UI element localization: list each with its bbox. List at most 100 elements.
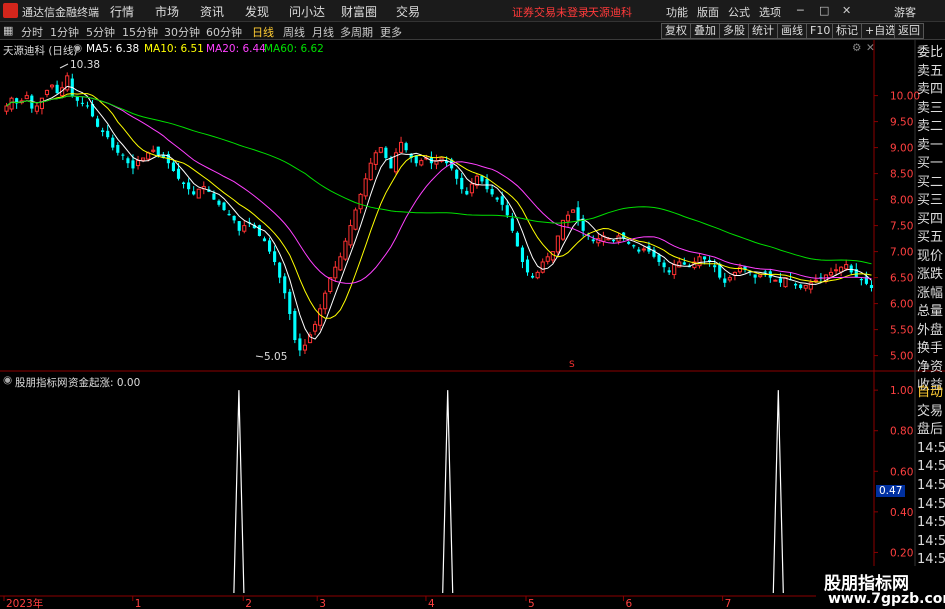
candle-body: [505, 205, 509, 216]
menu-caifuquan[interactable]: 财富圈: [341, 3, 377, 20]
candle-body: [333, 266, 338, 279]
menu-xuanxiang[interactable]: 选项: [759, 4, 781, 20]
btn-back[interactable]: 返回: [894, 23, 924, 39]
y-tick-label: 7.50: [890, 221, 913, 233]
ma60-label: MA60: 6.62: [264, 43, 324, 55]
grid-icon[interactable]: ▦: [3, 24, 13, 37]
candle-body: [267, 240, 272, 252]
trade-item: 14:56: [917, 477, 945, 493]
period-60min[interactable]: 60分钟: [206, 24, 242, 40]
close-icon[interactable]: ✕: [842, 4, 851, 17]
menu-bar: 通达信金融终端 行情 市场 资讯 发现 问小达 财富圈 交易 证券交易未登录 天…: [0, 0, 945, 22]
period-monthly[interactable]: 月线: [312, 24, 334, 40]
indicator-title: 股朋指标网: [15, 377, 68, 389]
btn-tongji[interactable]: 统计: [748, 23, 778, 39]
candle-body: [96, 118, 100, 127]
sell-marker: S: [569, 360, 575, 370]
period-weekly[interactable]: 周线: [283, 24, 305, 40]
ma20-label: MA20: 6.44: [206, 43, 266, 55]
quote-item: 委比: [917, 45, 944, 60]
candle-body: [570, 209, 576, 213]
quote-item: 卖三: [917, 100, 944, 116]
candle-body: [121, 154, 125, 156]
candle-body: [384, 147, 388, 158]
candle-body: [667, 270, 671, 273]
candle-body: [313, 323, 318, 332]
candle-body: [550, 251, 555, 261]
quote-item: 买四: [917, 211, 944, 227]
btn-diejia[interactable]: 叠加: [690, 23, 720, 39]
candle-body: [116, 144, 120, 153]
maximize-icon[interactable]: □: [819, 4, 829, 17]
candle-body: [641, 248, 646, 251]
menu-wenxiaoda[interactable]: 问小达: [289, 3, 325, 20]
menu-zixun[interactable]: 资讯: [200, 3, 224, 20]
period-fenshi[interactable]: 分时: [21, 24, 43, 40]
period-15min[interactable]: 15分钟: [122, 24, 158, 40]
y-tick-label: 8.00: [890, 195, 913, 207]
chart-area[interactable]: 10.00 9.50 9.00 8.50 8.00 7.50 7.00 6.50 6.00 5.5…: [0, 40, 945, 609]
candle-body: [419, 160, 424, 166]
menu-gongneng[interactable]: 功能: [666, 4, 688, 20]
trade-item: 14:56: [917, 440, 945, 456]
close-panel-icon[interactable]: ✕: [866, 42, 875, 54]
candle-body: [799, 284, 803, 288]
menu-banmian[interactable]: 版面: [697, 4, 719, 20]
candle-body: [273, 251, 277, 262]
candle-body: [773, 279, 778, 282]
btn-f10[interactable]: F10: [806, 23, 835, 39]
quote-item: 换手: [917, 341, 944, 356]
candle-body: [131, 160, 135, 169]
candle-body: [323, 292, 328, 310]
candle-body: [460, 177, 464, 190]
candle-body: [373, 152, 378, 165]
btn-fuquan[interactable]: 复权: [661, 23, 691, 39]
menu-shichang[interactable]: 市场: [155, 3, 179, 20]
chevron-down-icon[interactable]: ◉: [73, 42, 82, 54]
candle-body: [196, 188, 201, 199]
candle-body: [141, 157, 146, 161]
candle-body: [813, 279, 818, 282]
btn-huaxian[interactable]: 画线: [777, 23, 807, 39]
menu-faxian[interactable]: 发现: [245, 3, 269, 20]
period-30min[interactable]: 30分钟: [164, 24, 200, 40]
candle-body: [500, 196, 504, 205]
period-1min[interactable]: 1分钟: [50, 24, 79, 40]
candle-body: [353, 209, 358, 230]
menu-gongshi[interactable]: 公式: [728, 4, 750, 20]
period-5min[interactable]: 5分钟: [86, 24, 115, 40]
watermark-line2: www.7gpzb.com: [828, 591, 945, 607]
candle-body: [844, 264, 849, 270]
candle-body: [338, 256, 343, 271]
app-title: 通达信金融终端: [22, 6, 99, 19]
candle-body: [833, 269, 839, 272]
menu-hangqing[interactable]: 行情: [110, 3, 134, 20]
settings-icon[interactable]: ⚙: [852, 42, 861, 54]
candle-body: [398, 141, 404, 153]
guest-label[interactable]: 游客: [894, 4, 916, 20]
candle-body: [34, 105, 39, 112]
kline-chart[interactable]: 10.00 9.50 9.00 8.50 8.00 7.50 7.00 6.50 6.00 5.5…: [0, 40, 945, 609]
period-multi[interactable]: 多周期: [340, 24, 373, 40]
candle-body: [632, 245, 636, 247]
period-daily[interactable]: 日线: [252, 24, 274, 40]
minimize-icon[interactable]: ─: [797, 4, 804, 17]
candle-body: [106, 130, 110, 138]
period-more[interactable]: 更多: [380, 24, 402, 40]
indicator-spike: [233, 390, 245, 594]
quote-item: 买一: [917, 156, 944, 171]
high-marker-line: [59, 63, 69, 69]
candle-body: [24, 95, 29, 100]
candle-body: [288, 291, 292, 314]
candle-body: [455, 169, 459, 179]
menu-jiaoyi[interactable]: 交易: [396, 3, 420, 20]
y-tick-label: 7.00: [890, 247, 913, 259]
btn-biaoji[interactable]: 标记: [832, 23, 862, 39]
high-price-label: 10.38: [70, 59, 101, 71]
candle-body: [101, 130, 105, 132]
login-warning[interactable]: 证券交易未登录: [512, 4, 589, 20]
btn-duogu[interactable]: 多股: [719, 23, 749, 39]
indicator-chevron-icon[interactable]: ◉: [3, 374, 12, 386]
quote-item: 涨跌: [917, 267, 944, 282]
candle-body: [404, 143, 408, 151]
